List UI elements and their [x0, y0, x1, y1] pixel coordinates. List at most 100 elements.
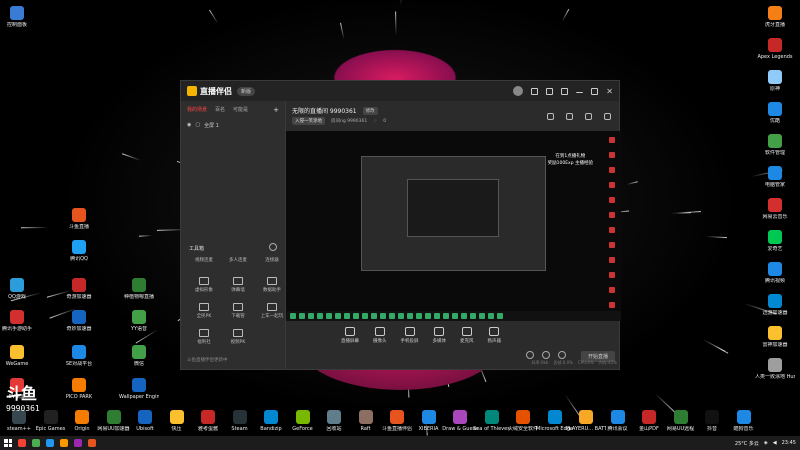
weather-text[interactable]: 25°C 多云: [735, 440, 759, 447]
app-icon: [232, 410, 247, 424]
tab-my-scenes[interactable]: 我的场景: [187, 106, 207, 114]
desktop-icon-human-fall-flat[interactable]: 人类一败涂地 Human Fa...: [755, 358, 795, 380]
plant-icon: [132, 278, 146, 292]
desktop: 控制面板斗鱼直播腾讯QQ QQ游戏 奇游加速器 种植物嗯直播腾讯手游助手 奇妙加速器 YY…: [0, 0, 800, 450]
desktop-icon-software-manager[interactable]: 软件管理: [758, 134, 792, 156]
control-phone-cast[interactable]: 手机投屏: [401, 327, 419, 344]
more-settings-icon[interactable]: [558, 351, 566, 359]
app-icon: [421, 410, 436, 424]
desktop-icon-genshin[interactable]: 原神: [758, 70, 792, 92]
control-speaker[interactable]: 扬声器: [488, 327, 501, 344]
desktop-icon-yy[interactable]: YY语音: [122, 310, 156, 332]
desktop-icon-label: 虎牙直播: [764, 22, 785, 28]
taskbar-app-icon[interactable]: [60, 439, 68, 447]
desktop-icon-pc-manager[interactable]: 电脑管家: [758, 166, 792, 188]
tool-ride[interactable]: 上车一起玩: [255, 303, 289, 319]
scene-name: 全屏 1: [204, 123, 219, 129]
record-icon[interactable]: [547, 113, 554, 120]
desktop-icon-youku[interactable]: 优酷: [758, 102, 792, 124]
desktop-icon-qq-game[interactable]: QQ游戏: [0, 278, 34, 300]
desktop-icon-wallpaper-engine[interactable]: Wallpaper Engine:: [119, 378, 159, 400]
speaker-icon: [489, 327, 500, 336]
desktop-icon-netease-music[interactable]: 网易云音乐: [758, 198, 792, 220]
welfare-icon: [199, 329, 209, 337]
close-icon[interactable]: ✕: [606, 87, 613, 96]
desktop-icon-qiyou[interactable]: 奇游加速器: [62, 278, 96, 300]
desktop-icon-wechat[interactable]: 微信: [122, 345, 156, 367]
control-camera[interactable]: 摄像头: [373, 327, 387, 344]
desktop-icon-qq[interactable]: 腾讯QQ: [62, 240, 96, 262]
user-avatar[interactable]: [513, 86, 524, 96]
settings-icon[interactable]: [542, 351, 550, 359]
tool-avatar[interactable]: 虚拟形象: [187, 277, 221, 293]
tool-video-link[interactable]: 视频连麦: [187, 257, 221, 263]
tools-more-icon[interactable]: [269, 243, 277, 251]
category-pill[interactable]: 入侵一笑涂地: [292, 117, 325, 125]
desktop-icon-wegame[interactable]: WeGame: [0, 345, 34, 367]
desktop-icon-xunyou[interactable]: 迅游加速器: [758, 294, 792, 316]
desktop-icon-tencent-assistant[interactable]: 腾讯手游助手: [0, 310, 34, 332]
network-icon[interactable]: ◈: [764, 440, 768, 446]
taskbar-app-icon[interactable]: [32, 439, 40, 447]
tool-label: 弹幕墙: [231, 288, 245, 293]
desktop-icon-label: 电脑管家: [764, 182, 785, 188]
star-streak: [340, 22, 345, 40]
volume-icon[interactable]: ◀: [773, 440, 777, 446]
bell-icon[interactable]: [585, 113, 592, 120]
tool-multi-link[interactable]: 多人连麦: [221, 257, 255, 263]
lock-icon[interactable]: ▢: [195, 122, 200, 129]
control-media[interactable]: 多媒体: [433, 327, 446, 344]
scene-item[interactable]: ◉ ▢ 全屏 1: [181, 119, 285, 132]
desktop-icon-leishen[interactable]: 雷神加速器: [758, 326, 792, 348]
desktop-icon-douyu[interactable]: 斗鱼直播: [62, 208, 96, 230]
desktop-icon-pico-park[interactable]: PICO PARK: [62, 378, 96, 400]
tool-pk[interactable]: 全民PK: [187, 303, 221, 319]
tool-video-pk[interactable]: 视频PK: [221, 329, 255, 345]
taskbar-app-icon[interactable]: [46, 439, 54, 447]
star-streak: [677, 212, 692, 215]
stream-preview[interactable]: 在到1点播礼物 奖励100Exp 主播经验: [286, 131, 621, 321]
iqiyi-icon: [768, 230, 782, 244]
desktop-icon-huya[interactable]: 虎牙直播: [758, 6, 792, 28]
eye-icon[interactable]: ◉: [187, 122, 191, 129]
douyu-watermark: 斗鱼 9990361: [6, 380, 54, 420]
tool-download[interactable]: 下载管: [221, 303, 255, 319]
douyu-icon: [72, 208, 86, 222]
tool-label: 多人连麦: [229, 258, 247, 263]
taskbar-app-icon[interactable]: [74, 439, 82, 447]
desktop-icon-tencent-video[interactable]: 腾讯视频: [758, 262, 792, 284]
control-mic[interactable]: 麦克风: [460, 327, 474, 344]
tool-connector[interactable]: 连接器: [255, 257, 289, 263]
tool-welfare[interactable]: 福利社: [187, 329, 221, 345]
store-icon[interactable]: [546, 87, 554, 95]
maximize-icon[interactable]: [591, 87, 599, 95]
desktop-icon-se-platform[interactable]: SE对战平台: [62, 345, 96, 367]
tab-third[interactable]: 可能是: [233, 106, 248, 114]
tool-data-assistant[interactable]: 数据助手: [255, 277, 289, 293]
desktop-icon-qimiao[interactable]: 奇妙加速器: [62, 310, 96, 332]
desktop-icon-bottom[interactable]: 酷狗音乐: [727, 410, 761, 432]
desktop-icon-label: 腾讯手游助手: [1, 326, 32, 332]
edit-button[interactable]: 修改: [362, 106, 378, 115]
tab-second[interactable]: 百名: [215, 106, 225, 114]
add-scene-icon[interactable]: +: [273, 106, 279, 114]
desktop-icon-iqiyi[interactable]: 爱奇艺: [758, 230, 792, 252]
clock-text[interactable]: 23:45: [782, 440, 796, 446]
grid-icon[interactable]: [561, 87, 569, 95]
version-pill[interactable]: 新版: [237, 86, 256, 96]
taskbar-app-icon[interactable]: [18, 439, 26, 447]
taskbar-app-icon[interactable]: [88, 439, 96, 447]
lock-room-icon[interactable]: [566, 113, 573, 120]
desktop-icon-apex[interactable]: Apex Legends: [757, 38, 793, 60]
pk-icon: [199, 303, 209, 311]
desktop-icon-control-panel[interactable]: 控制面板: [0, 6, 34, 28]
start-icon[interactable]: [4, 439, 12, 447]
tool-danmaku[interactable]: 弹幕墙: [221, 277, 255, 293]
gift-icon[interactable]: [531, 87, 539, 95]
share-icon[interactable]: [604, 113, 611, 120]
control-screen[interactable]: 直播屏幕: [341, 327, 359, 344]
desktop-icon-label: 酷狗音乐: [733, 426, 754, 432]
desktop-icon-plant[interactable]: 种植物嗯直播: [122, 278, 156, 300]
video-settings-icon[interactable]: [526, 351, 534, 359]
minimize-icon[interactable]: [576, 89, 584, 93]
